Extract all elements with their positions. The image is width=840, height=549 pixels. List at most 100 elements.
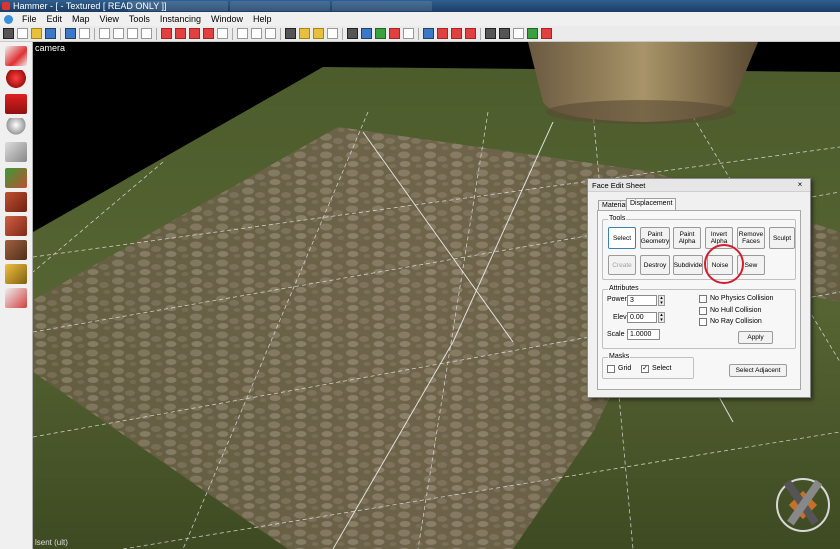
block-tool-icon[interactable]: [5, 142, 27, 162]
select-mask-checkbox[interactable]: ✓: [641, 365, 649, 373]
camera-label: camera: [35, 43, 66, 53]
new-file-icon[interactable]: [17, 28, 28, 39]
select-mask-label: Select: [652, 365, 672, 372]
highlight-circle-annotation: [704, 244, 744, 284]
dialog-title-bar[interactable]: Face Edit Sheet ×: [588, 179, 810, 192]
power-field[interactable]: 3: [627, 295, 657, 306]
compile-icon[interactable]: [541, 28, 552, 39]
elev-label: Elev: [613, 314, 627, 321]
entity-tool-icon[interactable]: [5, 118, 27, 138]
subdivide-button[interactable]: Subdivide: [673, 255, 703, 275]
grid-icon[interactable]: [3, 28, 14, 39]
toolbar-separator: [280, 27, 281, 40]
sphere-icon[interactable]: [485, 28, 496, 39]
texture-scale-lock-icon[interactable]: [203, 28, 214, 39]
overlay-tool-icon[interactable]: [5, 240, 27, 260]
undo-icon[interactable]: [65, 28, 76, 39]
smaller-grid-icon[interactable]: [285, 28, 296, 39]
snap-grid-icon[interactable]: [313, 28, 324, 39]
zoom-icon[interactable]: [361, 28, 372, 39]
texture-application-icon[interactable]: [5, 168, 27, 188]
no-ray-collision-checkbox[interactable]: [699, 318, 707, 326]
toolbar-separator: [418, 27, 419, 40]
no-hull-collision-checkbox[interactable]: [699, 307, 707, 315]
create-button[interactable]: Create: [608, 255, 636, 275]
scale-field[interactable]: 1.0000: [627, 329, 660, 340]
sculpt-button[interactable]: Sculpt: [769, 227, 795, 249]
select-adjacent-button[interactable]: Select Adjacent: [729, 364, 787, 377]
attributes-group: Attributes Power 3 ▴ ▾ Elev 0.00 ▴ ▾ Scale…: [602, 285, 796, 349]
check-problems-icon[interactable]: [451, 28, 462, 39]
hide-icon[interactable]: [141, 28, 152, 39]
cubemap-icon[interactable]: [513, 28, 524, 39]
remove-faces-button[interactable]: Remove Faces: [737, 227, 765, 249]
magnify-tool-icon[interactable]: [5, 70, 27, 90]
path-icon[interactable]: [403, 28, 414, 39]
save-icon[interactable]: [45, 28, 56, 39]
no-physics-collision-label: No Physics Collision: [710, 295, 774, 302]
select-button[interactable]: Select: [608, 227, 636, 249]
apply-texture-icon[interactable]: [5, 192, 27, 212]
select-box-icon[interactable]: [347, 28, 358, 39]
entity-report-icon[interactable]: [437, 28, 448, 39]
grid-mask-checkbox[interactable]: [607, 365, 615, 373]
menu-file[interactable]: File: [17, 14, 42, 24]
paste-icon[interactable]: [265, 28, 276, 39]
larger-grid-icon[interactable]: [299, 28, 310, 39]
run-map-icon[interactable]: [423, 28, 434, 39]
elev-field[interactable]: 0.00: [627, 312, 657, 323]
brush-icon[interactable]: [389, 28, 400, 39]
toolbar-separator: [480, 27, 481, 40]
menu-instancing[interactable]: Instancing: [155, 14, 206, 24]
menu-map[interactable]: Map: [67, 14, 95, 24]
selection-tool-icon[interactable]: [5, 46, 27, 66]
open-folder-icon[interactable]: [31, 28, 42, 39]
redo-icon[interactable]: [79, 28, 90, 39]
snap-icon[interactable]: [217, 28, 228, 39]
paint-alpha-button[interactable]: Paint Alpha: [673, 227, 701, 249]
menu-edit[interactable]: Edit: [42, 14, 68, 24]
group-icon[interactable]: [113, 28, 124, 39]
cut-icon[interactable]: [237, 28, 248, 39]
background-tab[interactable]: [332, 1, 432, 11]
vertex-tool-icon[interactable]: [5, 288, 27, 308]
texture-lock-icon[interactable]: [189, 28, 200, 39]
menu-help[interactable]: Help: [248, 14, 277, 24]
browser-tabs: [128, 1, 432, 11]
apply-button[interactable]: Apply: [738, 331, 773, 344]
camera-tool-icon[interactable]: [5, 94, 27, 114]
no-physics-collision-checkbox[interactable]: [699, 295, 707, 303]
menu-bar: File Edit Map View Tools Instancing Wind…: [0, 12, 840, 27]
elev-spinner[interactable]: ▴ ▾: [658, 312, 665, 323]
ungroup-icon[interactable]: [127, 28, 138, 39]
menu-window[interactable]: Window: [206, 14, 248, 24]
title-bar: Hammer - [ - Textured [ READ ONLY ]]: [0, 0, 840, 12]
tool-palette: [0, 42, 33, 549]
destroy-button[interactable]: Destroy: [640, 255, 670, 275]
toolbar-separator: [60, 27, 61, 40]
close-icon[interactable]: ×: [794, 180, 806, 190]
show-3d-grid-icon[interactable]: [327, 28, 338, 39]
background-tab[interactable]: [230, 1, 330, 11]
model-icon[interactable]: [499, 28, 510, 39]
copy-icon[interactable]: [251, 28, 262, 39]
clipping-tool-icon[interactable]: [5, 264, 27, 284]
displacement-panel: Tools Select Paint Geometry Paint Alpha In…: [597, 210, 801, 390]
visgroup-icon[interactable]: [161, 28, 172, 39]
menu-view[interactable]: View: [95, 14, 124, 24]
masks-group-label: Masks: [608, 353, 631, 361]
map-info-icon[interactable]: [465, 28, 476, 39]
background-tab[interactable]: [128, 1, 228, 11]
power-spinner[interactable]: ▴ ▾: [658, 295, 665, 306]
masks-group: Masks Grid ✓ Select: [602, 353, 694, 379]
carve-icon[interactable]: [99, 28, 110, 39]
cordon-icon[interactable]: [175, 28, 186, 39]
decal-tool-icon[interactable]: [5, 216, 27, 236]
toggle-icon[interactable]: [375, 28, 386, 39]
grid-mask-label: Grid: [618, 365, 632, 372]
menu-tools[interactable]: Tools: [124, 14, 155, 24]
hammer-app-icon: [2, 2, 10, 10]
leaf-icon[interactable]: [527, 28, 538, 39]
paint-geometry-button[interactable]: Paint Geometry: [640, 227, 670, 249]
no-ray-collision-label: No Ray Collision: [710, 318, 762, 325]
